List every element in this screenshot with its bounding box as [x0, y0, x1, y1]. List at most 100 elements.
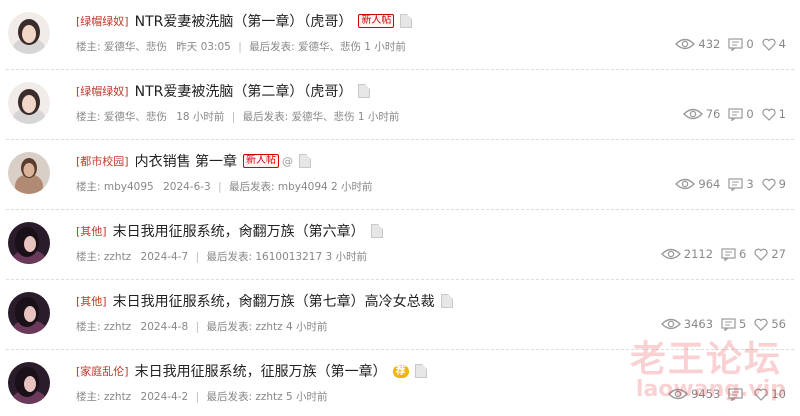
recommended-badge: 荐: [392, 364, 409, 378]
heart-icon[interactable]: [754, 248, 768, 261]
thread-title-line: [其他] 末日我用征服系统，肏翻万族（第七章）高冷女总裁: [76, 290, 453, 312]
thread-title-line: [都市校园] 内衣销售 第一章 新人帖 @: [76, 150, 312, 172]
heart-icon[interactable]: [762, 38, 776, 51]
views-count: 76: [705, 107, 721, 121]
last-post-prefix: 最后发表:: [228, 181, 275, 193]
last-poster[interactable]: 爱德华、悲伤 1 小时前: [298, 41, 406, 53]
replies-count: 3: [746, 177, 754, 191]
watermark-logo: 老王论坛: [629, 339, 782, 380]
author-name[interactable]: zzhtz: [104, 391, 131, 403]
meta-divider: |: [218, 181, 222, 193]
thread-title-line: [家庭乱伦] 末日我用征服系统，征服万族（第一章） 荐: [76, 360, 427, 382]
thread-stats: 76 0 1: [682, 107, 786, 121]
views-count: 3463: [683, 317, 714, 331]
last-post-prefix: 最后发表:: [242, 111, 289, 123]
likes-count: 4: [778, 37, 786, 51]
avatar[interactable]: [8, 12, 50, 54]
watermark-url: laowang.vip: [635, 377, 786, 402]
post-date: 2024-4-2: [140, 391, 189, 403]
thread-meta: 楼主: 爱德华、悲伤 18 小时前 | 最后发表: 爱德华、悲伤 1 小时前: [76, 109, 399, 124]
thread-title[interactable]: 内衣销售 第一章: [135, 151, 237, 171]
thread-title[interactable]: 末日我用征服系统，肏翻万族（第七章）高冷女总裁: [113, 291, 435, 311]
attachment-icon: @: [282, 154, 294, 168]
views-icon: [660, 318, 681, 330]
heart-icon[interactable]: [754, 318, 768, 331]
category-label[interactable]: [绿帽绿奴]: [76, 83, 129, 99]
views-count: 964: [698, 177, 721, 191]
last-poster[interactable]: zzhtz 4 小时前: [255, 321, 327, 333]
last-post-prefix: 最后发表:: [206, 251, 252, 263]
views-icon: [682, 108, 703, 120]
thread-row: [其他] 末日我用征服系统，肏翻万族（第六章） 楼主: zzhtz 2024-4…: [6, 210, 794, 280]
replies-count: 6: [739, 247, 747, 261]
thread-meta: 楼主: zzhtz 2024-4-2 | 最后发表: zzhtz 5 小时前: [76, 389, 328, 404]
category-label[interactable]: [家庭乱伦]: [76, 363, 129, 379]
thread-meta: 楼主: zzhtz 2024-4-8 | 最后发表: zzhtz 4 小时前: [76, 319, 328, 334]
author-name[interactable]: 爱德华、悲伤: [104, 111, 167, 123]
thread-stats: 2112 6 27: [660, 247, 786, 261]
category-label[interactable]: [都市校园]: [76, 153, 129, 169]
last-poster[interactable]: mby4094 2 小时前: [278, 181, 373, 193]
thread-stats: 3463 5 56: [660, 317, 786, 331]
thread-meta: 楼主: 爱德华、悲伤 昨天 03:05 | 最后发表: 爱德华、悲伤 1 小时前: [76, 39, 406, 54]
author-name[interactable]: 爱德华、悲伤: [104, 41, 167, 53]
replies-icon: [721, 247, 736, 261]
author-prefix: 楼主:: [76, 391, 101, 403]
last-poster[interactable]: 爱德华、悲伤 1 小时前: [292, 111, 400, 123]
author-name[interactable]: mby4095: [104, 181, 154, 193]
category-label[interactable]: [其他]: [76, 223, 107, 239]
likes-count: 1: [778, 107, 786, 121]
views-icon: [675, 38, 696, 50]
last-poster[interactable]: zzhtz 5 小时前: [255, 391, 327, 403]
author-prefix: 楼主:: [76, 321, 101, 333]
replies-icon: [721, 317, 736, 331]
replies-icon: [728, 107, 743, 121]
views-icon: [675, 178, 696, 190]
post-date: 2024-6-3: [163, 181, 211, 193]
last-poster[interactable]: 1610013217 3 小时前: [255, 251, 367, 263]
avatar[interactable]: [8, 82, 50, 124]
meta-divider: |: [195, 321, 200, 333]
replies-count: 0: [746, 37, 754, 51]
avatar[interactable]: [8, 152, 50, 194]
thread-meta: 楼主: mby4095 2024-6-3 | 最后发表: mby4094 2 小…: [76, 179, 373, 194]
thread-row: [绿帽绿奴] NTR爱妻被洗脑（第二章）（虎哥） 楼主: 爱德华、悲伤 18 小…: [6, 70, 794, 140]
author-prefix: 楼主:: [76, 41, 101, 53]
author-prefix: 楼主:: [76, 181, 101, 193]
thread-row: [绿帽绿奴] NTR爱妻被洗脑（第一章）（虎哥） 新人帖 楼主: 爱德华、悲伤 …: [6, 0, 794, 70]
document-icon: [358, 84, 371, 98]
avatar[interactable]: [8, 292, 50, 334]
thread-title[interactable]: NTR爱妻被洗脑（第二章）（虎哥）: [135, 81, 353, 101]
likes-count: 56: [771, 317, 786, 331]
avatar[interactable]: [8, 362, 50, 404]
likes-count: 27: [771, 247, 786, 261]
views-icon: [660, 248, 681, 260]
document-icon: [299, 154, 312, 168]
post-date: 18 小时前: [176, 111, 225, 123]
thread-title[interactable]: NTR爱妻被洗脑（第一章）（虎哥）: [135, 11, 353, 31]
heart-icon[interactable]: [762, 178, 776, 191]
thread-title[interactable]: 末日我用征服系统，肏翻万族（第六章）: [113, 221, 365, 241]
post-date: 2024-4-8: [140, 321, 189, 333]
meta-divider: |: [231, 111, 236, 123]
thread-title-line: [绿帽绿奴] NTR爱妻被洗脑（第二章）（虎哥）: [76, 80, 371, 102]
post-date: 2024-4-7: [140, 251, 189, 263]
avatar[interactable]: [8, 222, 50, 264]
last-post-prefix: 最后发表:: [206, 391, 252, 403]
author-prefix: 楼主:: [76, 111, 101, 123]
meta-divider: |: [195, 391, 200, 403]
last-post-prefix: 最后发表:: [206, 321, 252, 333]
thread-title-line: [绿帽绿奴] NTR爱妻被洗脑（第一章）（虎哥） 新人帖: [76, 10, 413, 32]
document-icon: [414, 364, 427, 378]
views-count: 432: [698, 37, 721, 51]
heart-icon[interactable]: [762, 108, 776, 121]
author-name[interactable]: zzhtz: [104, 321, 131, 333]
thread-row: [都市校园] 内衣销售 第一章 新人帖 @ 楼主: mby4095 2024-6…: [6, 140, 794, 210]
thread-title[interactable]: 末日我用征服系统，征服万族（第一章）: [135, 361, 387, 381]
meta-divider: |: [195, 251, 200, 263]
replies-icon: [728, 177, 743, 191]
author-name[interactable]: zzhtz: [104, 251, 131, 263]
category-label[interactable]: [其他]: [76, 293, 107, 309]
thread-stats: 964 3 9: [675, 177, 786, 191]
category-label[interactable]: [绿帽绿奴]: [76, 13, 129, 29]
